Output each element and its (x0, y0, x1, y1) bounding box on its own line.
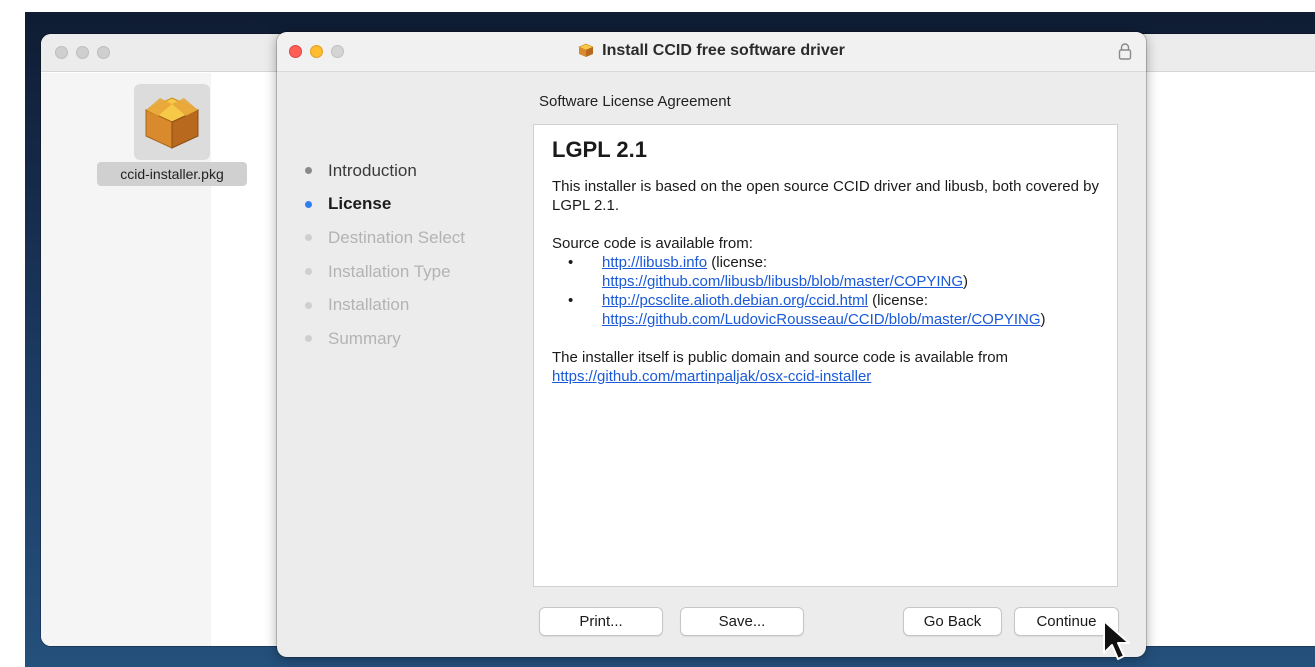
outro-text: The installer itself is public domain an… (552, 349, 1009, 366)
step-installation-type: Installation Type (305, 255, 465, 289)
source-list: • http://libusb.info (license: https://g… (564, 253, 1099, 329)
libusb-license-link[interactable]: https://github.com/libusb/libusb/blob/ma… (602, 273, 963, 290)
step-dot (305, 268, 312, 276)
window-title: Install CCID free software driver (277, 42, 1146, 63)
package-icon (134, 84, 210, 160)
step-label: Introduction (328, 160, 417, 180)
finder-zoom-button[interactable] (97, 46, 110, 59)
installer-window: Install CCID free software driver Softwa… (277, 32, 1146, 657)
pkg-file-item[interactable]: ccid-installer.pkg (97, 84, 253, 229)
license-prefix: (license: (867, 292, 929, 309)
step-dot (305, 301, 312, 309)
step-label: Installation (328, 295, 410, 315)
license-prefix: (license: (707, 254, 768, 271)
save-button[interactable]: Save... (680, 607, 804, 636)
ccid-link[interactable]: http://pcsclite.alioth.debian.org/ccid.h… (602, 292, 868, 309)
installer-steps: Introduction License Destination Select … (305, 154, 465, 356)
list-item: • http://pcsclite.alioth.debian.org/ccid… (568, 292, 1046, 328)
step-license: License (305, 188, 465, 222)
finder-close-button[interactable] (55, 46, 68, 59)
lock-icon (1118, 43, 1132, 65)
license-outro: The installer itself is public domain an… (552, 348, 1099, 386)
go-back-button[interactable]: Go Back (903, 607, 1002, 636)
step-dot (305, 234, 312, 242)
step-introduction: Introduction (305, 154, 465, 188)
installer-source-link[interactable]: https://github.com/martinpaljak/osx-ccid… (552, 368, 871, 385)
license-suffix: ) (1040, 311, 1046, 328)
step-dot (305, 335, 312, 343)
step-summary: Summary (305, 322, 465, 356)
source-intro: Source code is available from: (552, 235, 753, 252)
license-text-pane[interactable]: LGPL 2.1 This installer is based on the … (533, 124, 1118, 587)
step-label: Summary (328, 328, 401, 348)
step-label: Installation Type (328, 261, 451, 281)
step-label: License (328, 194, 392, 214)
step-dot (305, 167, 312, 175)
step-installation: Installation (305, 288, 465, 322)
window-title-text: Install CCID free software driver (602, 42, 845, 59)
list-item: • http://libusb.info (license: https://g… (568, 254, 968, 290)
license-suffix: ) (963, 273, 968, 290)
libusb-link[interactable]: http://libusb.info (602, 254, 707, 271)
step-destination-select: Destination Select (305, 221, 465, 255)
pkg-file-name: ccid-installer.pkg (97, 162, 247, 186)
pane-subtitle: Software License Agreement (539, 93, 731, 110)
finder-minimize-button[interactable] (76, 46, 89, 59)
ccid-license-link[interactable]: https://github.com/LudovicRousseau/CCID/… (602, 311, 1041, 328)
step-label: Destination Select (328, 227, 466, 247)
installer-titlebar: Install CCID free software driver (277, 32, 1146, 72)
mouse-cursor-icon (1102, 619, 1132, 667)
step-dot-current (305, 200, 312, 208)
license-heading: LGPL 2.1 (552, 137, 647, 162)
package-icon (578, 42, 594, 63)
print-button[interactable]: Print... (539, 607, 663, 636)
license-intro: This installer is based on the open sour… (552, 178, 1099, 214)
